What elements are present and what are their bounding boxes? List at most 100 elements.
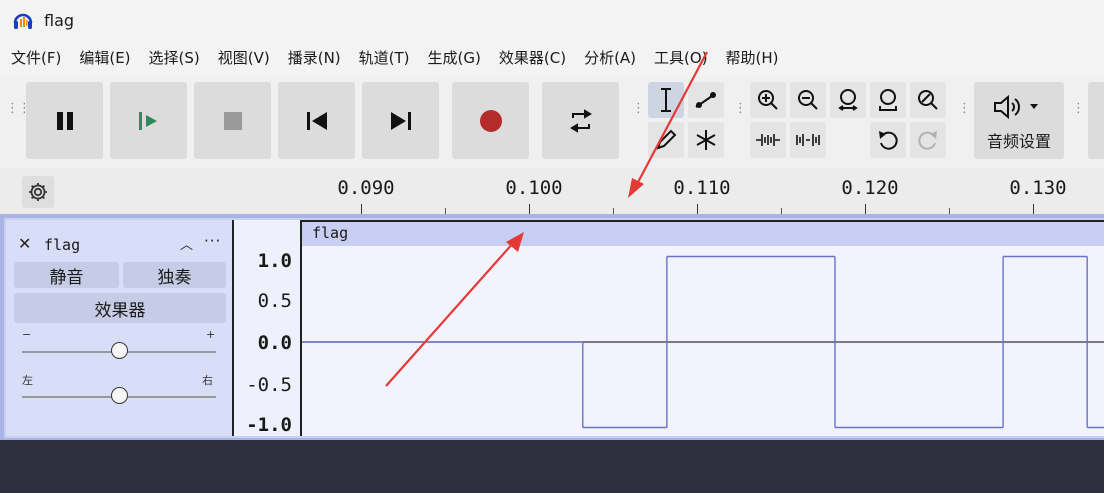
ruler-tick-label: 0.100 [505,177,563,199]
fit-project-button[interactable] [870,82,906,118]
pause-icon [56,111,73,130]
menu-select[interactable]: 选择(S) [140,40,209,76]
track-control-panel[interactable]: ✕ flag ︿ ··· 静音 独奏 效果器 − + 左 右 [6,220,232,436]
clip-title: flag [312,224,349,242]
amplitude-label: 0.5 [257,290,292,312]
collapse-track-icon[interactable]: ︿ [180,234,193,253]
timeline-ruler[interactable]: 0.090 0.100 0.110 0.120 0.130 [0,168,1104,214]
menu-effect[interactable]: 效果器(C) [490,40,575,76]
stop-icon [223,111,242,130]
record-button[interactable] [452,82,529,159]
undo-icon [879,131,898,150]
share-grip-icon[interactable]: ⋮⋮ [1072,102,1097,128]
menu-tracks[interactable]: 轨道(T) [350,40,419,76]
selection-tool-button[interactable] [648,82,684,118]
tools-grip-icon[interactable]: ⋮⋮ [632,102,657,128]
timeline-settings-button[interactable] [22,176,54,208]
audio-setup-button[interactable]: 音频设置 [974,82,1064,159]
menu-view[interactable]: 视图(V) [209,40,279,76]
menu-help[interactable]: 帮助(H) [717,40,788,76]
asterisk-icon [696,130,716,150]
draw-tool-button[interactable] [648,122,684,158]
gain-slider-knob[interactable] [110,342,128,359]
skip-end-icon [390,111,411,130]
i-beam-icon [661,88,671,112]
pause-button[interactable] [26,82,103,159]
record-icon [479,109,502,132]
menu-generate[interactable]: 生成(G) [419,40,490,76]
ruler-major-tick [1033,204,1034,214]
toolbar-grip-icon[interactable]: ⋮⋮ [6,102,31,128]
fit-selection-button[interactable] [830,82,866,118]
menu-edit[interactable]: 编辑(E) [70,40,139,76]
stop-button[interactable] [194,82,271,159]
audio-clip[interactable]: flag [302,220,1104,436]
ruler-tick-label: 0.110 [673,177,731,199]
waveform[interactable] [302,246,1104,438]
ruler-tick-label: 0.130 [1009,177,1067,199]
envelope-tool-button[interactable] [688,82,724,118]
zoom-toggle-button[interactable] [910,82,946,118]
ruler-major-tick [865,204,866,214]
loop-button[interactable] [542,82,619,159]
trim-outside-button[interactable] [750,122,786,158]
audacity-logo-icon [13,13,33,29]
skip-start-icon [306,111,327,130]
audio-setup-grip-icon[interactable]: ⋮⋮ [958,102,983,128]
window-title: flag [44,10,75,30]
track-area: ✕ flag ︿ ··· 静音 独奏 效果器 − + 左 右 1.0 0.5 0… [0,214,1104,440]
menu-transport[interactable]: 播录(N) [279,40,350,76]
gear-icon [29,183,47,201]
zoom-fit-icon [879,89,897,111]
zoom-in-button[interactable] [750,82,786,118]
track-name[interactable]: flag [44,236,80,254]
skip-end-button[interactable] [362,82,439,159]
pan-right-label: 右 [202,374,213,387]
silence-audio-button[interactable] [790,122,826,158]
loop-icon [569,108,592,133]
empty-track-space[interactable] [0,440,1104,493]
play-button[interactable] [110,82,187,159]
redo-icon [918,131,937,150]
pan-slider-knob[interactable] [110,387,128,404]
menu-analyze[interactable]: 分析(A) [575,40,645,76]
amplitude-ruler[interactable]: 1.0 0.5 0.0 -0.5 -1.0 [232,220,302,436]
toolbar: ⋮⋮ ⋮⋮ ⋮⋮ ⋮⋮ 音频设置 ⋮⋮ [0,76,1104,168]
edit-grip-icon[interactable]: ⋮⋮ [734,102,759,128]
multi-tool-button[interactable] [688,122,724,158]
ruler-major-tick [529,204,530,214]
amplitude-label: -1.0 [246,414,292,436]
redo-button[interactable] [910,122,946,158]
pan-left-label: 左 [22,374,33,387]
amplitude-label: -0.5 [246,374,292,396]
undo-button[interactable] [870,122,906,158]
ruler-major-tick [361,204,362,214]
pencil-icon [656,129,677,150]
silence-audio-icon [796,134,820,146]
zoom-toggle-icon [918,90,938,110]
menu-bar: 文件(F) 编辑(E) 选择(S) 视图(V) 播录(N) 轨道(T) 生成(G… [0,40,1104,76]
clip-header[interactable]: flag [302,222,1104,246]
menu-tools[interactable]: 工具(O) [645,40,717,76]
ruler-major-tick [697,204,698,214]
ruler-tick-label: 0.120 [841,177,899,199]
effects-button[interactable]: 效果器 [14,293,226,323]
zoom-selection-icon [838,89,858,111]
track-menu-icon[interactable]: ··· [204,232,221,250]
gain-min-label: − [22,328,32,341]
amplitude-label: 0.0 [257,332,292,354]
share-audio-button[interactable] [1088,82,1104,159]
amplitude-label: 1.0 [257,250,292,272]
zoom-out-icon [798,90,818,110]
trim-audio-icon [756,134,780,146]
close-track-icon[interactable]: ✕ [18,234,31,253]
envelope-icon [695,92,716,108]
mute-button[interactable]: 静音 [14,262,119,288]
menu-file[interactable]: 文件(F) [2,40,70,76]
ruler-tick-label: 0.090 [337,177,395,199]
speaker-icon [994,94,1038,120]
skip-start-button[interactable] [278,82,355,159]
zoom-out-button[interactable] [790,82,826,118]
gain-max-label: + [206,328,216,341]
solo-button[interactable]: 独奏 [123,262,226,288]
